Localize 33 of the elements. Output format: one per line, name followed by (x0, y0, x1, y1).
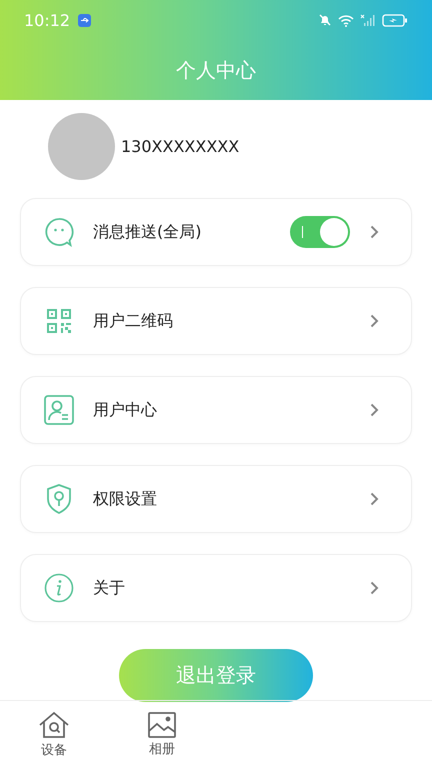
menu-label: 用户中心 (93, 400, 157, 420)
page-title: 个人中心 (176, 56, 256, 84)
wifi-icon (338, 14, 354, 26)
bell-muted-icon (318, 13, 332, 27)
menu-item[interactable]: 用户二维码 (20, 287, 412, 355)
chevron-right-icon (370, 314, 379, 328)
battery-charging-icon (382, 14, 408, 26)
menu-item[interactable]: 关于 (20, 554, 412, 622)
image-icon (148, 712, 176, 738)
menu-item[interactable]: 用户中心 (20, 376, 412, 444)
menu-item[interactable]: 权限设置 (20, 465, 412, 533)
phone-number: 130XXXXXXXX (121, 136, 240, 156)
chevron-right-icon (370, 225, 379, 239)
menu-label: 消息推送(全局) (93, 222, 202, 242)
info-circle-icon (44, 573, 74, 603)
menu-item[interactable]: 消息推送(全局) (20, 198, 412, 266)
chevron-right-icon (370, 492, 379, 506)
house-search-icon (38, 711, 70, 739)
menu-label: 关于 (93, 578, 125, 598)
shield-key-icon (46, 484, 72, 514)
usb-icon (78, 14, 92, 26)
chevron-right-icon (370, 581, 379, 595)
tab-item[interactable]: 相册 (108, 701, 216, 768)
chat-bubble-icon (44, 217, 74, 247)
menu-label: 权限设置 (93, 488, 157, 510)
toggle-switch[interactable] (290, 216, 350, 248)
status-time: 10:12 (24, 10, 70, 30)
menu-label: 用户二维码 (93, 310, 173, 332)
signal-icon (360, 14, 376, 26)
chevron-right-icon (370, 403, 379, 417)
tab-item[interactable]: 设备 (0, 701, 108, 768)
qr-code-icon (46, 308, 72, 334)
user-card-icon (44, 395, 74, 425)
